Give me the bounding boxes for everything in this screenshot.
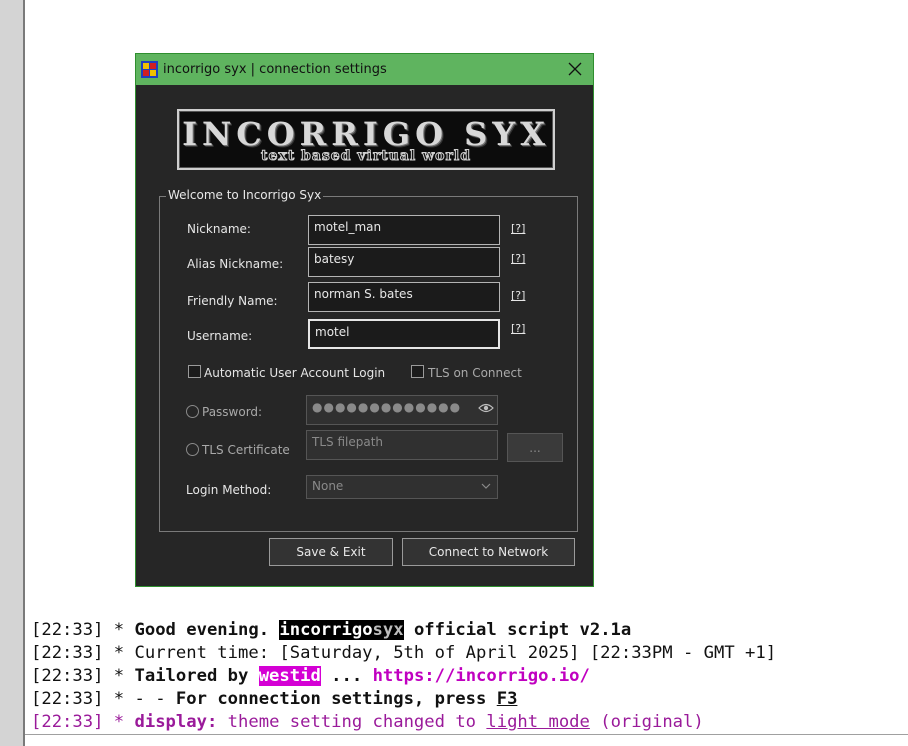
tailored-text: Tailored by bbox=[134, 666, 249, 686]
dialog-title: incorrigo syx | connection settings bbox=[163, 62, 387, 77]
tls-connect-label[interactable]: TLS on Connect bbox=[428, 366, 522, 380]
dialog-titlebar[interactable]: incorrigo syx | connection settings bbox=[136, 54, 593, 85]
brand-highlight: incorrigosyx bbox=[279, 620, 404, 640]
brand-banner: INCORRIGO SYX text based virtual world bbox=[177, 109, 555, 170]
brand-part-2: syx bbox=[372, 620, 404, 640]
login-method-value: None bbox=[312, 479, 344, 493]
tls-filepath-input[interactable]: TLS filepath bbox=[306, 430, 498, 460]
group-legend: Welcome to Incorrigo Syx bbox=[166, 188, 324, 202]
bottom-divider bbox=[25, 734, 908, 746]
save-exit-button[interactable]: Save & Exit bbox=[269, 538, 393, 566]
timestamp: [22:33] bbox=[31, 643, 104, 663]
left-scroll-rail bbox=[0, 0, 25, 746]
password-radio[interactable] bbox=[186, 405, 199, 418]
nickname-input[interactable]: motel_man bbox=[308, 215, 500, 245]
display-label: display: bbox=[134, 712, 218, 732]
timestamp: [22:33] bbox=[31, 666, 104, 686]
auto-login-checkbox[interactable] bbox=[188, 365, 201, 378]
timestamp: [22:33] bbox=[31, 689, 104, 709]
tls-connect-checkbox[interactable] bbox=[411, 365, 424, 378]
connect-network-button[interactable]: Connect to Network bbox=[402, 538, 575, 566]
brand-part-1: incorrigo bbox=[279, 620, 373, 640]
f3-key-text: F3 bbox=[496, 689, 518, 709]
password-value: ●●●●●●●●●●●●● bbox=[312, 400, 462, 414]
password-label: Password: bbox=[202, 405, 263, 419]
console-line: [22:33] * display: theme setting changed… bbox=[31, 711, 776, 734]
username-label: Username: bbox=[187, 329, 253, 343]
timestamp: [22:33] bbox=[31, 620, 104, 640]
alias-nickname-input[interactable]: batesy bbox=[308, 247, 500, 277]
auto-login-label[interactable]: Automatic User Account Login bbox=[204, 366, 385, 380]
script-version-text: official script v2.1a bbox=[413, 620, 632, 640]
bullet-star: * bbox=[113, 689, 125, 709]
nickname-label: Nickname: bbox=[187, 222, 251, 236]
console-output: [22:33] * Good evening. incorrigosyx off… bbox=[31, 619, 776, 734]
browse-certificate-button[interactable]: ... bbox=[507, 433, 563, 462]
password-input[interactable]: ●●●●●●●●●●●●● bbox=[306, 395, 498, 425]
chevron-down-icon bbox=[481, 483, 491, 489]
light-mode-text: light mode bbox=[486, 712, 590, 732]
friendly-name-input[interactable]: norman S. bates bbox=[308, 282, 500, 312]
tls-certificate-label: TLS Certificate bbox=[202, 443, 290, 457]
console-line: [22:33] * - - For connection settings, p… bbox=[31, 688, 776, 711]
friendly-name-label: Friendly Name: bbox=[187, 294, 278, 308]
banner-subtitle: text based virtual world bbox=[261, 148, 471, 165]
close-icon bbox=[568, 62, 582, 76]
connection-hint-text: For connection settings, press bbox=[175, 689, 487, 709]
bullet-star: * bbox=[113, 643, 125, 663]
console-line: [22:33] * Current time: [Saturday, 5th o… bbox=[31, 642, 776, 665]
author-tag: westid bbox=[258, 666, 321, 686]
login-method-label: Login Method: bbox=[186, 483, 272, 497]
friendly-help-link[interactable]: [?] bbox=[511, 289, 525, 302]
close-button[interactable] bbox=[563, 58, 587, 80]
eye-icon[interactable] bbox=[478, 402, 494, 414]
website-link[interactable]: https://incorrigo.io/ bbox=[373, 666, 590, 686]
console-line: [22:33] * Tailored by westid ... https:/… bbox=[31, 665, 776, 688]
original-text: (original) bbox=[600, 712, 704, 732]
tls-certificate-radio[interactable] bbox=[186, 443, 199, 456]
login-method-select[interactable]: None bbox=[306, 475, 498, 499]
bullet-star: * bbox=[113, 712, 125, 732]
theme-change-text: theme setting changed to bbox=[227, 712, 477, 732]
timestamp: [22:33] bbox=[31, 712, 104, 732]
dash-text: - - bbox=[134, 689, 166, 709]
console-line: [22:33] * Good evening. incorrigosyx off… bbox=[31, 619, 776, 642]
nickname-help-link[interactable]: [?] bbox=[511, 222, 525, 235]
username-input[interactable]: motel bbox=[308, 319, 500, 349]
alias-help-link[interactable]: [?] bbox=[511, 252, 525, 265]
bullet-star: * bbox=[113, 666, 125, 686]
username-help-link[interactable]: [?] bbox=[511, 322, 525, 335]
current-time-text: Current time: [Saturday, 5th of April 20… bbox=[134, 643, 777, 663]
greeting-text: Good evening. bbox=[134, 620, 270, 640]
alias-nickname-label: Alias Nickname: bbox=[187, 257, 284, 271]
ellipsis-text: ... bbox=[331, 666, 363, 686]
bullet-star: * bbox=[113, 620, 125, 640]
app-icon bbox=[141, 61, 158, 78]
connection-settings-dialog: incorrigo syx | connection settings INCO… bbox=[135, 53, 594, 587]
